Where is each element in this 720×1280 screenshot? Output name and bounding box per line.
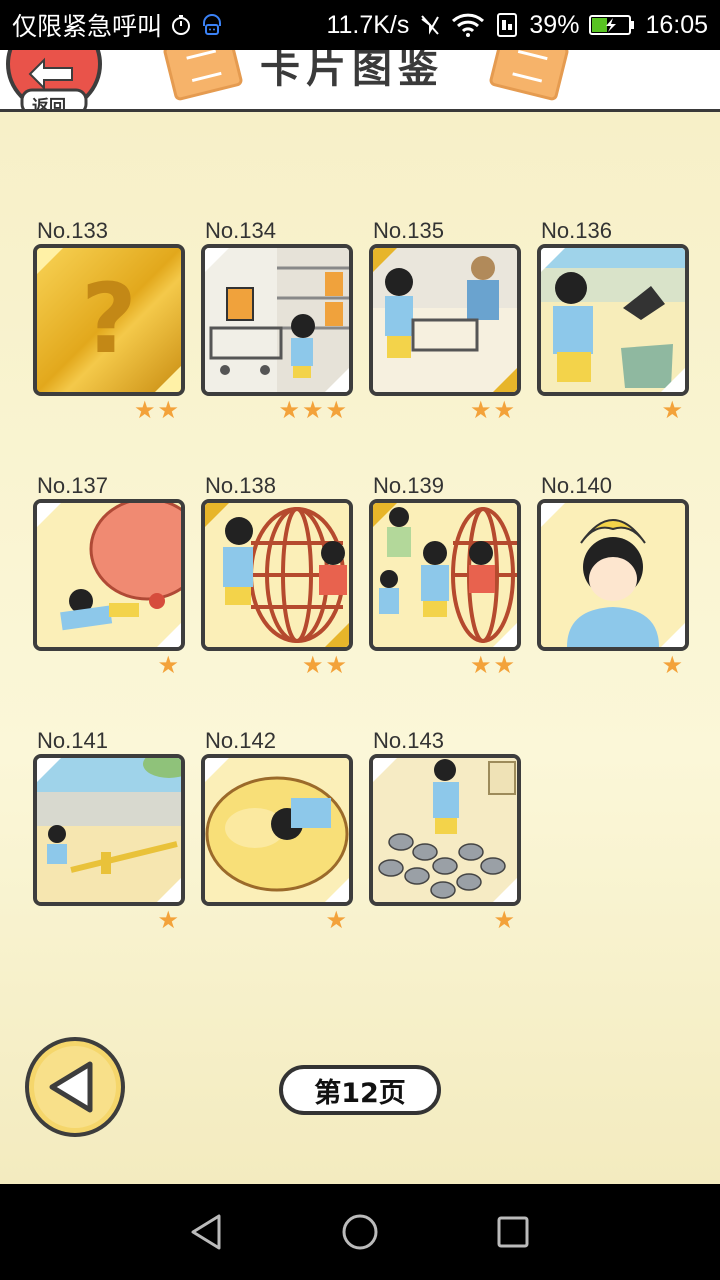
prev-page-button[interactable]: [24, 1036, 126, 1138]
card-number: No.136: [541, 218, 612, 243]
question-mark-icon: ?: [37, 248, 181, 392]
nav-home-button[interactable]: [330, 1202, 390, 1262]
star-rating: ★: [661, 652, 685, 679]
card-image-banana[interactable]: [537, 499, 689, 651]
card-135[interactable]: No.135 ★★: [369, 218, 521, 426]
star-rating: ★★: [133, 397, 181, 424]
battery-charging-icon: [589, 13, 635, 37]
card-number: No.139: [373, 473, 444, 498]
card-image-pigeons[interactable]: [369, 754, 521, 906]
card-number: No.138: [205, 473, 276, 498]
star-rating: ★: [661, 397, 685, 424]
card-image-shopping[interactable]: [201, 244, 353, 396]
svg-text:?: ?: [81, 263, 137, 375]
page-indicator: 第12页: [279, 1065, 441, 1115]
app-header: 返回 卡片图鉴: [0, 50, 720, 112]
card-image-fall[interactable]: [33, 499, 185, 651]
wifi-icon: [451, 13, 485, 37]
card-image-cage[interactable]: [201, 499, 353, 651]
card-137[interactable]: No.137 ★: [33, 473, 185, 681]
star-rating: ★★: [469, 397, 517, 424]
arrow-left-icon: [25, 1037, 125, 1137]
system-nav-bar: [0, 1184, 720, 1280]
back-label: 返回: [32, 97, 66, 112]
star-rating: ★★: [469, 652, 517, 679]
card-141[interactable]: No.141 ★: [33, 728, 185, 936]
card-140[interactable]: No.140 ★: [537, 473, 689, 681]
back-button[interactable]: 返回: [6, 50, 104, 112]
card-number: No.135: [373, 218, 444, 243]
locked-card-image[interactable]: ?: [33, 244, 185, 396]
card-136[interactable]: No.136 ★: [537, 218, 689, 426]
card-deco-icon: [488, 50, 570, 102]
status-bar: 仅限紧急呼叫 11.7K/s 39% 16:05: [0, 0, 720, 50]
nav-back-button[interactable]: [177, 1202, 237, 1262]
star-rating: ★: [157, 652, 181, 679]
network-speed: 11.7K/s: [326, 10, 410, 39]
nav-recents-button[interactable]: [483, 1202, 543, 1262]
card-number: No.137: [37, 473, 108, 498]
card-number: No.143: [373, 728, 444, 753]
stopwatch-icon: [170, 14, 192, 36]
card-image-seesaw[interactable]: [33, 754, 185, 906]
card-143[interactable]: No.143 ★: [369, 728, 521, 936]
star-rating: ★: [493, 907, 517, 934]
star-rating: ★: [157, 907, 181, 934]
card-number: No.133: [37, 218, 108, 243]
triangle-back-icon: [191, 1214, 221, 1250]
page-title: 卡片图鉴: [260, 50, 444, 92]
card-134[interactable]: No.134 ★★★: [201, 218, 353, 426]
clock: 16:05: [645, 10, 708, 39]
card-133[interactable]: No.133 ? ★★: [33, 218, 185, 426]
headset-icon: [200, 12, 224, 38]
card-gallery: No.133 ? ★★ No.134 ★★★ No.135 ★★ No.136 …: [0, 112, 720, 1184]
card-deco-icon: [162, 50, 244, 102]
card-number: No.142: [205, 728, 276, 753]
star-rating: ★★: [301, 652, 349, 679]
battery-percent: 39%: [529, 10, 580, 39]
vibrate-off-icon: [419, 13, 441, 37]
star-rating: ★★★: [278, 397, 349, 424]
card-number: No.140: [541, 473, 612, 498]
carrier-text: 仅限紧急呼叫: [12, 13, 163, 41]
card-image-sandbox[interactable]: [201, 754, 353, 906]
card-number: No.141: [37, 728, 108, 753]
square-recents-icon: [497, 1216, 529, 1248]
circle-home-icon: [342, 1214, 378, 1250]
card-image-store-clerk[interactable]: [369, 244, 521, 396]
sim-icon: [495, 12, 519, 38]
card-image-group-cage[interactable]: [369, 499, 521, 651]
star-rating: ★: [325, 907, 349, 934]
card-number: No.134: [205, 218, 276, 243]
card-138[interactable]: No.138 ★★: [201, 473, 353, 681]
card-142[interactable]: No.142 ★: [201, 728, 353, 936]
card-139[interactable]: No.139 ★★: [369, 473, 521, 681]
card-image-crow[interactable]: [537, 244, 689, 396]
